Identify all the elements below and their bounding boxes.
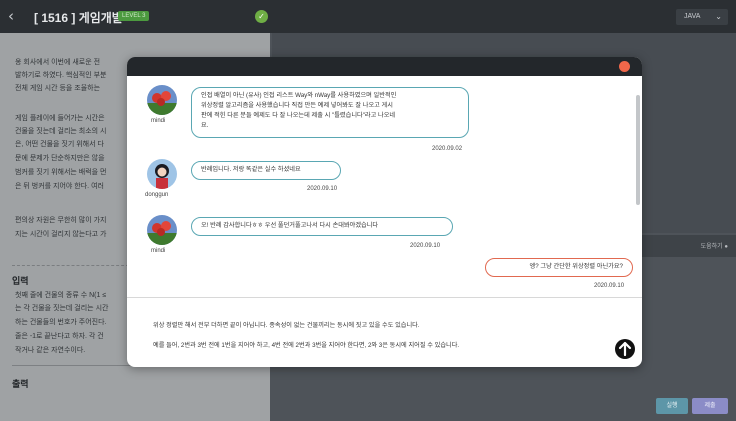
avatar — [147, 159, 177, 189]
scrollbar[interactable] — [636, 95, 640, 205]
problem-text: 게임 플레이에 들어가는 시간은 — [15, 115, 105, 122]
arrow-up-icon — [618, 341, 632, 357]
question-button[interactable]: 도움하기 ● — [701, 241, 728, 250]
problem-text: 건물을 짓는데 걸리는 최소의 시 — [15, 128, 107, 135]
problem-title: [ 1516 ] 게임개발 — [34, 11, 123, 25]
message-date: 2020.09.10 — [307, 186, 338, 192]
message-line: 판에 적힌 다른 분들 예제도 다 잘 나오는데 제출 시 "틀렸습니다"라고 … — [201, 112, 396, 119]
message-line: 반례입니다. 저랑 똑같은 실수 하셨네요 — [201, 166, 301, 173]
top-bar: ‹ [ 1516 ] 게임개발 LEVEL 3 ✓ JAVA ⌄ — [0, 0, 736, 33]
problem-text: 범커를 짓기 위해서는 배럭을 먼 — [15, 169, 107, 176]
submit-button[interactable]: 제출 — [692, 398, 728, 414]
avatar — [147, 85, 177, 115]
modal-divider — [127, 297, 642, 298]
message-date: 2020.09.10 — [410, 243, 441, 249]
language-select[interactable]: JAVA ⌄ — [676, 9, 728, 25]
qna-modal: mindi 인접 배열이 아닌 (유사) 인접 리스트 Way와 nWay를 사… — [127, 57, 642, 367]
username: mindi — [151, 248, 166, 254]
problem-text: 편의상 자원은 무한히 많이 가지 — [15, 217, 107, 224]
problem-text: 발하기로 하였다. 핵심적인 부분 — [15, 72, 107, 79]
avatar — [147, 215, 177, 245]
language-value: JAVA — [684, 13, 701, 20]
message-bubble: 오! 반례 감사합니다ㅎㅎ 우선 풀던거풀고나서 다시 손대봐야겠습니다 — [191, 217, 453, 236]
message-line: 요. — [201, 122, 209, 129]
reply-text: 위상 정렬만 해서 전부 더하면 끝이 아닙니다. 종속성이 없는 건물끼리는 … — [153, 322, 420, 329]
message-bubble-mine: 엥? 그냥 간단한 위상정렬 아닌가요? — [485, 258, 633, 277]
problem-text: 은, 어떤 건물을 짓기 위해서 다 — [15, 141, 104, 148]
input-text: 작거나 같은 자연수이다. — [15, 347, 86, 354]
message-bubble: 반례입니다. 저랑 똑같은 실수 하셨네요 — [191, 161, 341, 180]
send-button[interactable] — [615, 339, 635, 359]
message-line: 인접 배열이 아닌 (유사) 인접 리스트 Way와 nWay를 사용하였으며 … — [201, 92, 397, 99]
message-date: 2020.09.02 — [432, 146, 463, 152]
chevron-down-icon: ⌄ — [715, 12, 722, 21]
problem-text: 지는 시간이 걸리지 않는다고 가 — [15, 231, 107, 238]
input-text: 는 각 건물을 짓는데 걸리는 시간 — [15, 305, 109, 312]
username: donggun — [145, 192, 169, 198]
chat-bubble-icon: ● — [724, 244, 728, 250]
message-bubble: 인접 배열이 아닌 (유사) 인접 리스트 Way와 nWay를 사용하였으며 … — [191, 87, 469, 138]
message-line: 위상정렬 알고리즘을 사용했습니다 직접 만든 예제 넣어봐도 잘 나오고 게시 — [201, 102, 393, 109]
back-arrow-icon[interactable]: ‹ — [8, 8, 14, 24]
check-icon: ✓ — [255, 10, 268, 23]
problem-text: 전체 게임 시간 등을 조율하는 — [15, 85, 101, 92]
level-badge: LEVEL 3 — [118, 11, 150, 21]
problem-text: 옹 회사에서 이번에 새로운 전 — [15, 59, 101, 66]
close-icon[interactable] — [619, 61, 630, 72]
modal-header — [127, 57, 642, 76]
input-text: 줄은 -1로 끝난다고 하자. 각 건 — [15, 333, 104, 340]
input-text: 첫째 줄에 건물의 종류 수 N(1 ≤ — [15, 292, 107, 299]
message-line: 오! 반례 감사합니다ㅎㅎ 우선 풀던거풀고나서 다시 손대봐야겠습니다 — [201, 222, 379, 229]
run-button[interactable]: 실행 — [656, 398, 688, 414]
input-text: 하는 건물들의 번호가 주어진다. — [15, 319, 107, 326]
input-heading: 입력 — [12, 276, 29, 286]
problem-text: 은 뒤 벙커를 지어야 한다. 여러 — [15, 183, 104, 190]
reply-text: 예를 들어, 2번과 3번 전에 1번을 지어야 하고, 4번 전에 2번과 3… — [153, 342, 460, 349]
problem-text: 문에 문제가 단순하지만은 않을 — [15, 155, 105, 162]
output-heading: 출력 — [12, 379, 29, 389]
message-line: 엥? 그냥 간단한 위상정렬 아닌가요? — [529, 263, 623, 270]
question-button-label: 도움하기 — [700, 244, 723, 250]
message-date: 2020.09.10 — [594, 283, 625, 289]
username: mindi — [151, 118, 166, 124]
